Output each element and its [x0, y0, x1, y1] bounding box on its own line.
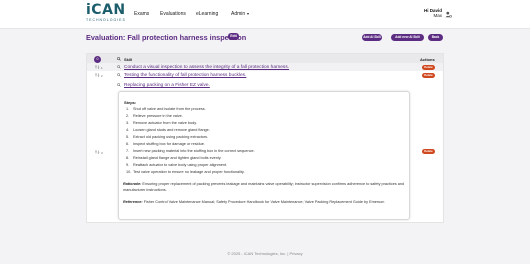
- reference-paragraph: Reference: Fisher Control Valve Maintena…: [123, 199, 407, 205]
- back-button[interactable]: Back: [428, 34, 443, 41]
- step-item: 5. Extract old packing using packing extr…: [126, 135, 209, 139]
- row-number: 2: [101, 74, 103, 78]
- step-text: Extract old packing using packing extrac…: [133, 135, 209, 139]
- step-item: 2. Relieve pressure in the valve.: [126, 114, 183, 118]
- skill-detail-card: Steps: 1. Shut off valve and isolate from…: [118, 91, 410, 220]
- sort-handle-icon[interactable]: [95, 65, 100, 69]
- table-row-expanded: Replacing packing on a Fisher EZ valve. …: [87, 80, 443, 222]
- nav-link-evaluations[interactable]: Evaluations: [160, 11, 186, 17]
- nav-link-admin[interactable]: Admin: [231, 11, 250, 17]
- add-ai-skill-button[interactable]: Add AI Skill: [362, 34, 382, 41]
- nav-link-exams[interactable]: Exams: [134, 11, 149, 17]
- skill-count-badge: 0: [94, 56, 101, 63]
- reference-text: Fisher Control Valve Maintenance Manual;…: [143, 200, 385, 204]
- magnifier-icon[interactable]: [117, 73, 121, 77]
- table-row: 1 Conduct a visual inspection to assess …: [87, 63, 443, 71]
- rationale-text: Ensuring proper replacement of packing p…: [123, 182, 405, 192]
- step-text: Reattach actuator to valve body using pr…: [133, 163, 228, 167]
- row-number: 3: [101, 151, 103, 155]
- brand-logo[interactable]: iCAN TECHNOLOGIES: [86, 3, 126, 22]
- caret-down-icon: [247, 12, 250, 15]
- skills-panel: 0 Skill Actions 1 Conduct a visual inspe…: [86, 53, 444, 223]
- delete-button[interactable]: Delete: [422, 72, 435, 78]
- step-text: Test valve operation to ensure no leakag…: [133, 170, 245, 174]
- footer: © 2025 - iCAN Technologies, Inc. | Priva…: [227, 251, 303, 256]
- brand-subtitle: TECHNOLOGIES: [86, 18, 126, 22]
- page-title: Evaluation: Fall protection harness insp…: [86, 33, 247, 42]
- skill-link[interactable]: Replacing packing on a Fisher EZ valve.: [124, 83, 210, 88]
- step-item: 7. Insert new packing material into the s…: [126, 149, 255, 153]
- rationale-paragraph: Rationale: Ensuring proper replacement o…: [123, 181, 407, 193]
- reference-label: Reference:: [123, 200, 143, 204]
- step-item: 10. Test valve operation to ensure no lea…: [126, 170, 245, 174]
- step-text: Shut off valve and isolate from the proc…: [133, 107, 206, 111]
- nav-link-elearning[interactable]: eLearning: [196, 11, 218, 17]
- steps-heading: Steps:: [124, 100, 137, 105]
- user-menu[interactable]: Hi David Max: [408, 8, 442, 18]
- sort-handle-icon[interactable]: [95, 150, 100, 154]
- top-navbar: iCAN TECHNOLOGIES Exams Evaluations eLea…: [0, 0, 530, 29]
- edit-button[interactable]: Edit: [228, 33, 239, 40]
- sort-handle-icon[interactable]: [95, 73, 100, 77]
- step-item: 9. Reattach actuator to valve body using …: [126, 163, 228, 167]
- step-item: 6. Inspect stuffing box for damage or res…: [126, 142, 205, 146]
- delete-button[interactable]: Delete: [422, 149, 435, 154]
- skill-link[interactable]: Conduct a visual inspection to assess th…: [124, 65, 289, 70]
- row-number: 1: [101, 66, 103, 70]
- user-lastname: Max: [433, 13, 442, 18]
- rationale-label: Rationale:: [123, 182, 142, 186]
- magnifier-icon: [117, 57, 121, 61]
- magnifier-icon[interactable]: [117, 65, 121, 69]
- delete-button[interactable]: Delete: [422, 64, 435, 70]
- magnifier-icon[interactable]: [117, 83, 121, 87]
- step-text: Reinstall gland flange and tighten gland…: [133, 156, 222, 160]
- step-item: 1. Shut off valve and isolate from the pr…: [126, 107, 206, 111]
- step-text: Remove actuator from the valve body.: [133, 121, 197, 125]
- table-header: 0 Skill Actions: [87, 54, 443, 63]
- step-item: 4. Loosen gland studs and remove gland fl…: [126, 128, 210, 132]
- column-header-skill: Skill: [124, 57, 133, 62]
- skill-link[interactable]: Testing the functionality of fall protec…: [124, 73, 246, 78]
- nav-admin-label: Admin: [231, 11, 246, 17]
- step-text: Inspect stuffing box for damage or resid…: [133, 142, 205, 146]
- brand-name: iCAN: [86, 2, 126, 18]
- table-row: 2 Testing the functionality of fall prot…: [87, 71, 443, 79]
- step-text: Loosen gland studs and remove gland flan…: [133, 128, 210, 132]
- step-item: 8. Reinstall gland flange and tighten gla…: [126, 156, 222, 160]
- step-item: 3. Remove actuator from the valve body.: [126, 121, 197, 125]
- user-settings-icon[interactable]: [445, 11, 452, 18]
- column-header-actions: Actions: [420, 57, 435, 62]
- step-text: Insert new packing material into the stu…: [133, 149, 255, 153]
- add-new-ai-skill-button[interactable]: Add new AI Skill: [391, 34, 424, 41]
- step-text: Relieve pressure in the valve.: [133, 114, 183, 118]
